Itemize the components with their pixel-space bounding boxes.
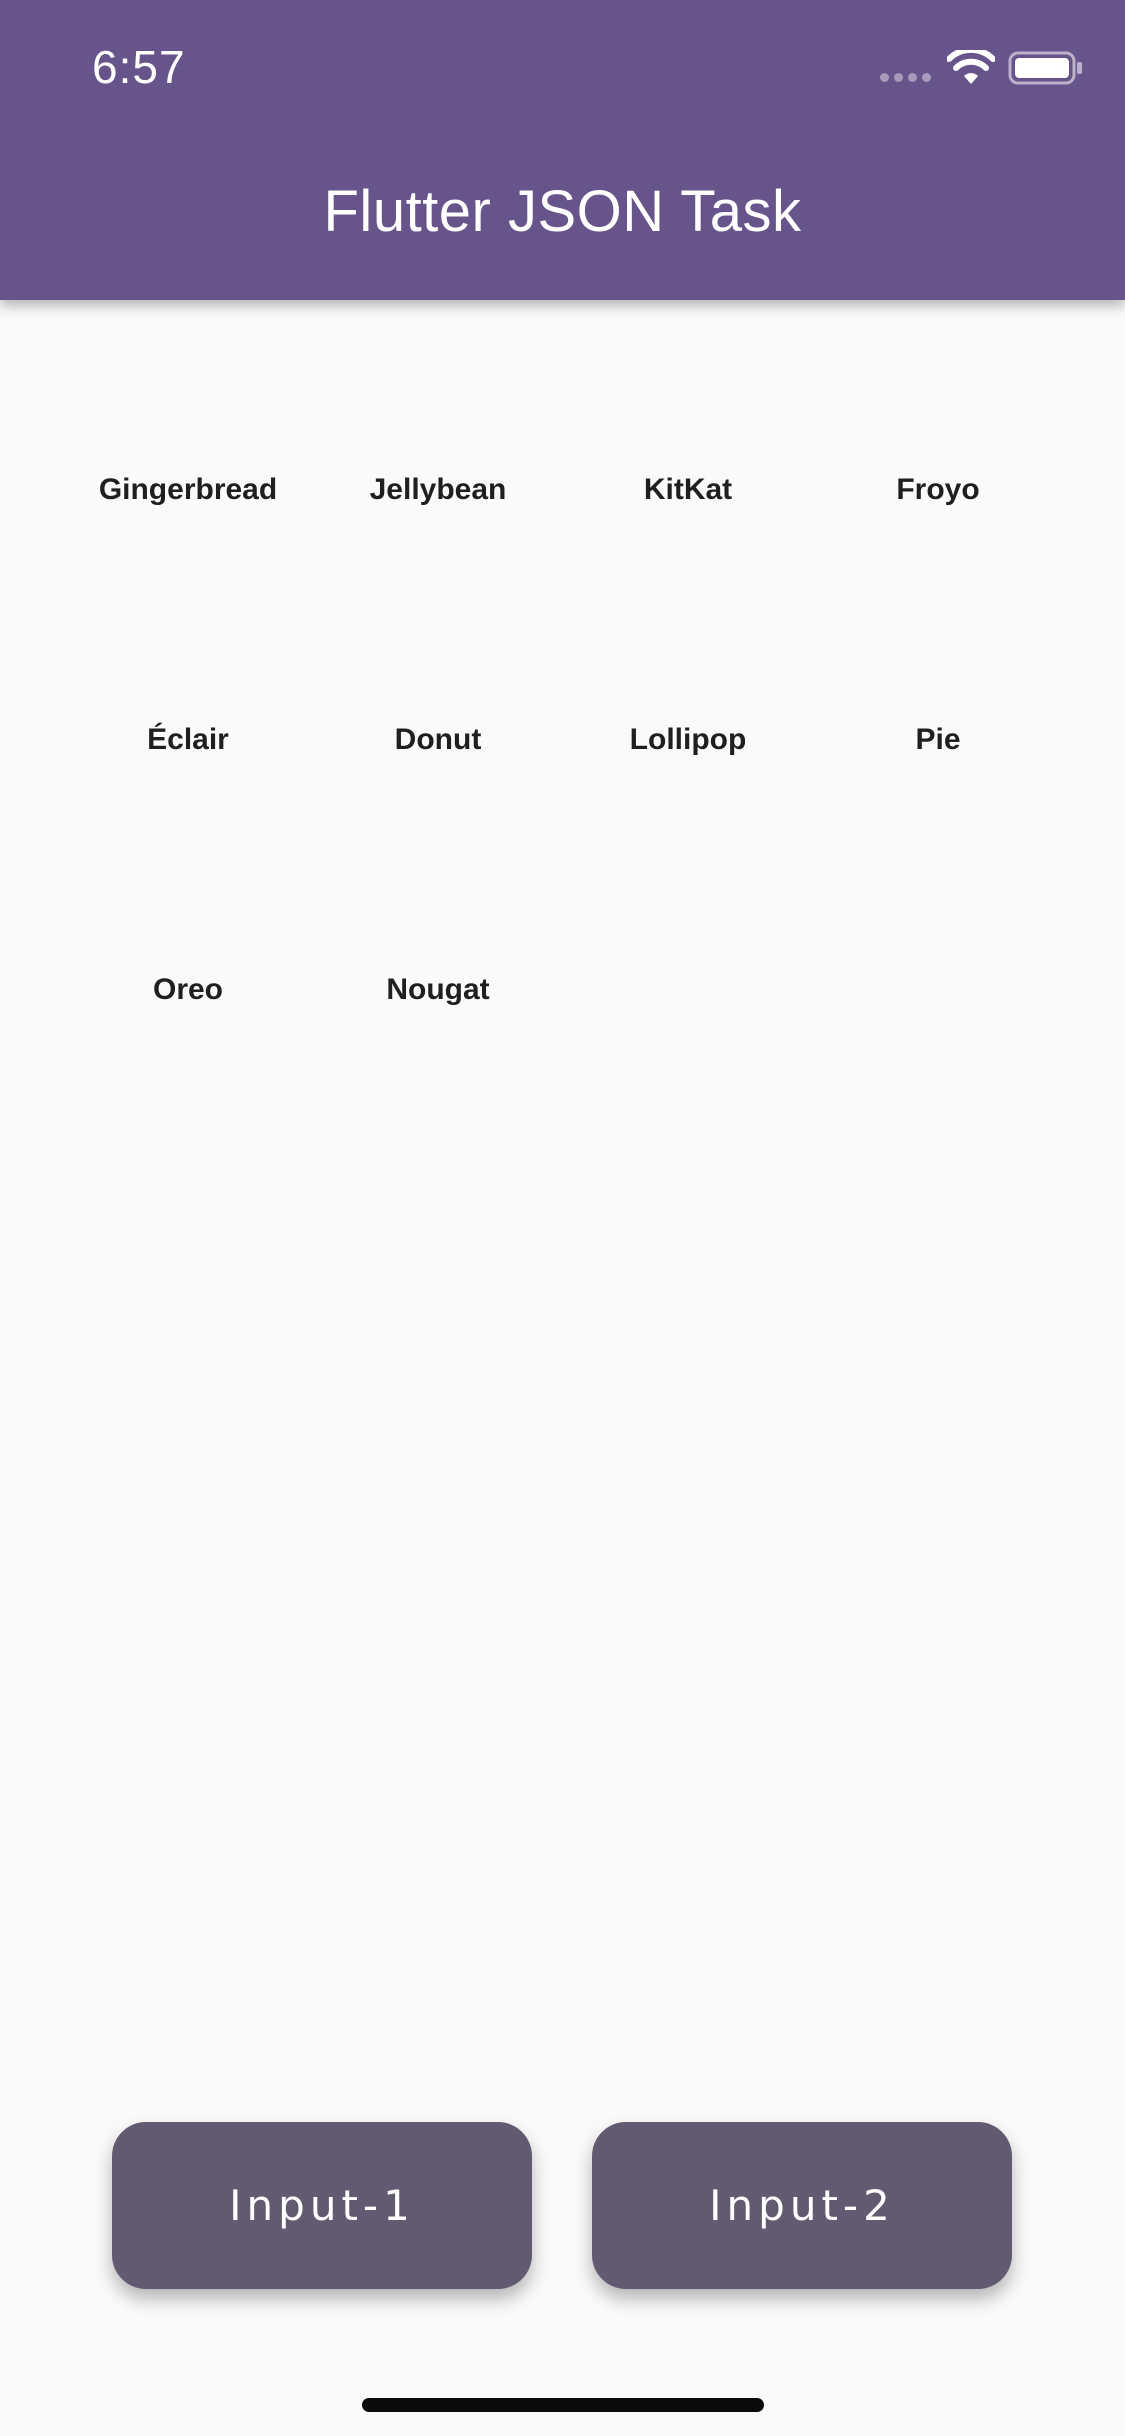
app-bar: 6:57 Flutter JSON Task xyxy=(0,0,1125,300)
page-title: Flutter JSON Task xyxy=(323,179,802,244)
home-indicator[interactable] xyxy=(362,2398,764,2412)
item-grid: Gingerbread Jellybean KitKat Froyo Éclai… xyxy=(63,365,1063,1115)
grid-item-gingerbread[interactable]: Gingerbread xyxy=(63,365,313,615)
status-time: 6:57 xyxy=(92,41,186,93)
grid-item-froyo[interactable]: Froyo xyxy=(813,365,1063,615)
input-1-button[interactable]: Input-1 xyxy=(112,2122,532,2289)
grid-item-oreo[interactable]: Oreo xyxy=(63,865,313,1115)
grid-item-kitkat[interactable]: KitKat xyxy=(563,365,813,615)
grid-item-pie[interactable]: Pie xyxy=(813,615,1063,865)
wifi-icon xyxy=(947,50,995,84)
grid-item-lollipop[interactable]: Lollipop xyxy=(563,615,813,865)
grid-item-eclair[interactable]: Éclair xyxy=(63,615,313,865)
input-2-button[interactable]: Input-2 xyxy=(592,2122,1012,2289)
grid-item-jellybean[interactable]: Jellybean xyxy=(313,365,563,615)
battery-icon xyxy=(1008,51,1082,85)
grid-item-donut[interactable]: Donut xyxy=(313,615,563,865)
grid-item-nougat[interactable]: Nougat xyxy=(313,865,563,1115)
cellular-signal-icon xyxy=(880,73,931,82)
